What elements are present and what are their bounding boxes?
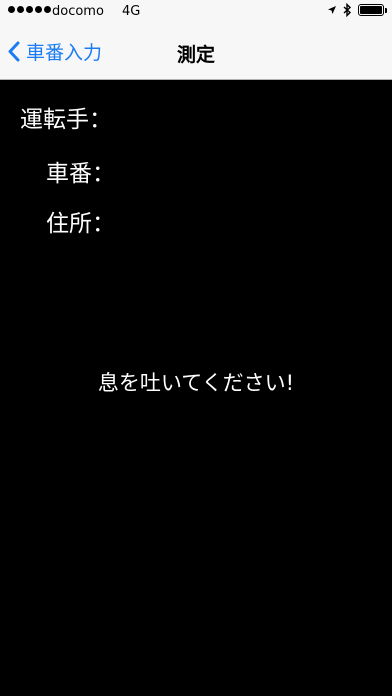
network-type: 4G (122, 4, 141, 19)
address-label: 住所： (46, 211, 115, 237)
battery-icon (358, 4, 387, 16)
status-bar: docomo 4G (0, 0, 392, 26)
battery-level (360, 6, 382, 14)
driver-label: 運転手： (20, 107, 112, 133)
carrier-name: docomo (52, 4, 104, 19)
instruction-message: 息を吐いてください! (97, 371, 295, 395)
page-title: 測定 (176, 44, 215, 66)
location-arrow-icon (328, 6, 336, 14)
status-right-icons (327, 3, 387, 17)
navigation-bar: 車番入力 測定 (0, 28, 392, 78)
car-number-label: 車番： (46, 161, 115, 187)
top-bar: docomo 4G 車番入力 測定 (0, 0, 392, 80)
signal-strength-icon (8, 6, 51, 13)
bluetooth-icon (343, 3, 352, 17)
